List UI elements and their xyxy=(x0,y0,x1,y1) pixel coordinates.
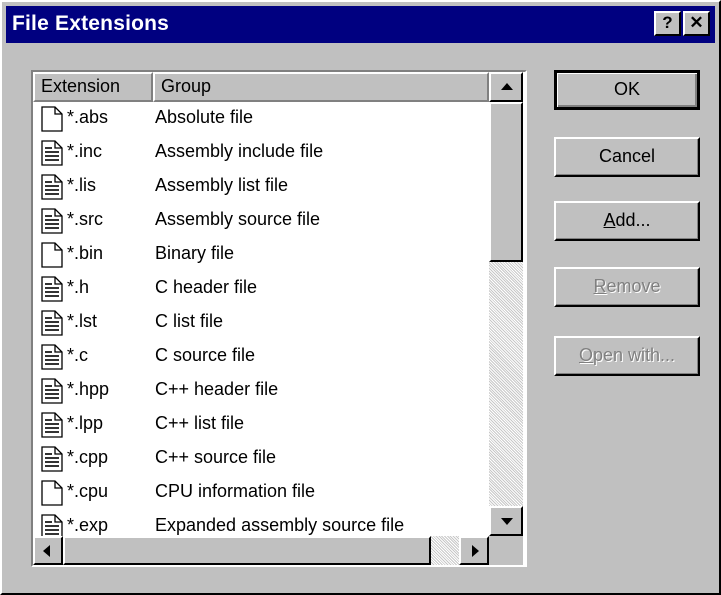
scrollbar-corner xyxy=(489,536,523,565)
vertical-scroll-thumb[interactable] xyxy=(489,102,523,262)
help-icon: ? xyxy=(662,13,673,32)
extension-cell: *.lpp xyxy=(67,413,104,433)
extension-cell: *.src xyxy=(67,209,103,229)
group-cell: Expanded assembly source file xyxy=(155,515,405,535)
extension-cell: *.c xyxy=(67,345,89,365)
text-file-icon xyxy=(41,276,63,302)
scroll-left-button[interactable] xyxy=(33,536,63,565)
list-header: Extension Group xyxy=(33,72,489,102)
extension-cell: *.exp xyxy=(67,515,109,535)
text-file-icon xyxy=(41,514,63,536)
extension-cell: *.lis xyxy=(67,175,97,195)
group-cell: C header file xyxy=(155,277,258,297)
list-item[interactable]: *.cpu CPU information file xyxy=(33,476,489,510)
scroll-right-button[interactable] xyxy=(459,536,489,565)
add-label-key: A xyxy=(603,210,616,230)
text-file-icon xyxy=(41,446,63,472)
list-item[interactable]: *.lst C list file xyxy=(33,306,489,340)
group-cell: C++ header file xyxy=(155,379,279,399)
list-item[interactable]: *.bin Binary file xyxy=(33,238,489,272)
extension-cell: *.cpu xyxy=(67,481,109,501)
help-button[interactable]: ? xyxy=(654,11,681,36)
open-with-button[interactable]: Open with... xyxy=(554,336,700,376)
group-cell: Assembly include file xyxy=(155,141,324,161)
group-cell: C list file xyxy=(155,311,224,331)
group-cell: CPU information file xyxy=(155,481,316,501)
extension-cell: *.hpp xyxy=(67,379,110,399)
horizontal-scrollbar[interactable] xyxy=(33,536,489,565)
extension-cell: *.lst xyxy=(67,311,98,331)
arrow-up-icon xyxy=(501,83,513,90)
text-file-icon xyxy=(41,208,63,234)
arrow-down-icon xyxy=(501,518,513,525)
vertical-scrollbar[interactable] xyxy=(489,72,523,536)
group-cell: C++ list file xyxy=(155,413,245,433)
title-bar[interactable]: File Extensions ? ✕ xyxy=(6,6,715,43)
blank-file-icon xyxy=(41,480,63,506)
list-item[interactable]: *.c C source file xyxy=(33,340,489,374)
ok-label: OK xyxy=(613,79,640,99)
blank-file-icon xyxy=(41,106,63,132)
list-item[interactable]: *.cpp C++ source file xyxy=(33,442,489,476)
open-with-label: pen with... xyxy=(592,345,676,365)
column-header-group[interactable]: Group xyxy=(153,72,489,102)
list-item[interactable]: *.inc Assembly include file xyxy=(33,136,489,170)
text-file-icon xyxy=(41,140,63,166)
scroll-down-button[interactable] xyxy=(489,506,523,536)
text-file-icon xyxy=(41,174,63,200)
close-button[interactable]: ✕ xyxy=(683,11,710,36)
list-item[interactable]: *.src Assembly source file xyxy=(33,204,489,238)
list-item[interactable]: *.hpp C++ header file xyxy=(33,374,489,408)
ok-button[interactable]: OK xyxy=(554,70,700,110)
extension-list[interactable]: Extension Group *.abs Absolute file *.inc A… xyxy=(31,70,527,567)
text-file-icon xyxy=(41,344,63,370)
group-cell: Absolute file xyxy=(155,107,254,127)
list-item[interactable]: *.exp Expanded assembly source file xyxy=(33,510,489,536)
list-body: *.abs Absolute file *.inc Assembly include … xyxy=(33,102,489,536)
group-cell: Assembly list file xyxy=(155,175,289,195)
close-icon: ✕ xyxy=(689,13,704,32)
open-with-label-key: O xyxy=(578,345,593,365)
cancel-label: Cancel xyxy=(598,146,656,166)
window-title: File Extensions xyxy=(12,12,170,35)
remove-button[interactable]: Remove xyxy=(554,267,700,307)
add-button[interactable]: Add... xyxy=(554,201,700,241)
text-file-icon xyxy=(41,412,63,438)
add-label: dd... xyxy=(615,210,651,230)
remove-label-key: R xyxy=(593,276,607,296)
group-cell: C source file xyxy=(155,345,256,365)
file-extensions-dialog: File Extensions ? ✕ Extension Group *.ab… xyxy=(0,0,721,595)
remove-label: emove xyxy=(606,276,661,296)
extension-cell: *.bin xyxy=(67,243,104,263)
extension-cell: *.h xyxy=(67,277,90,297)
arrow-right-icon xyxy=(472,545,479,557)
scroll-up-button[interactable] xyxy=(489,72,523,102)
cancel-button[interactable]: Cancel xyxy=(554,137,700,177)
extension-cell: *.inc xyxy=(67,141,103,161)
extension-cell: *.abs xyxy=(67,107,109,127)
list-item[interactable]: *.lpp C++ list file xyxy=(33,408,489,442)
blank-file-icon xyxy=(41,242,63,268)
group-cell: Binary file xyxy=(155,243,235,263)
arrow-left-icon xyxy=(43,545,50,557)
group-cell: C++ source file xyxy=(155,447,277,467)
list-item[interactable]: *.lis Assembly list file xyxy=(33,170,489,204)
list-item[interactable]: *.abs Absolute file xyxy=(33,102,489,136)
group-cell: Assembly source file xyxy=(155,209,321,229)
extension-cell: *.cpp xyxy=(67,447,109,467)
column-header-extension[interactable]: Extension xyxy=(33,72,153,102)
text-file-icon xyxy=(41,378,63,404)
list-item[interactable]: *.h C header file xyxy=(33,272,489,306)
text-file-icon xyxy=(41,310,63,336)
horizontal-scroll-thumb[interactable] xyxy=(63,536,431,565)
